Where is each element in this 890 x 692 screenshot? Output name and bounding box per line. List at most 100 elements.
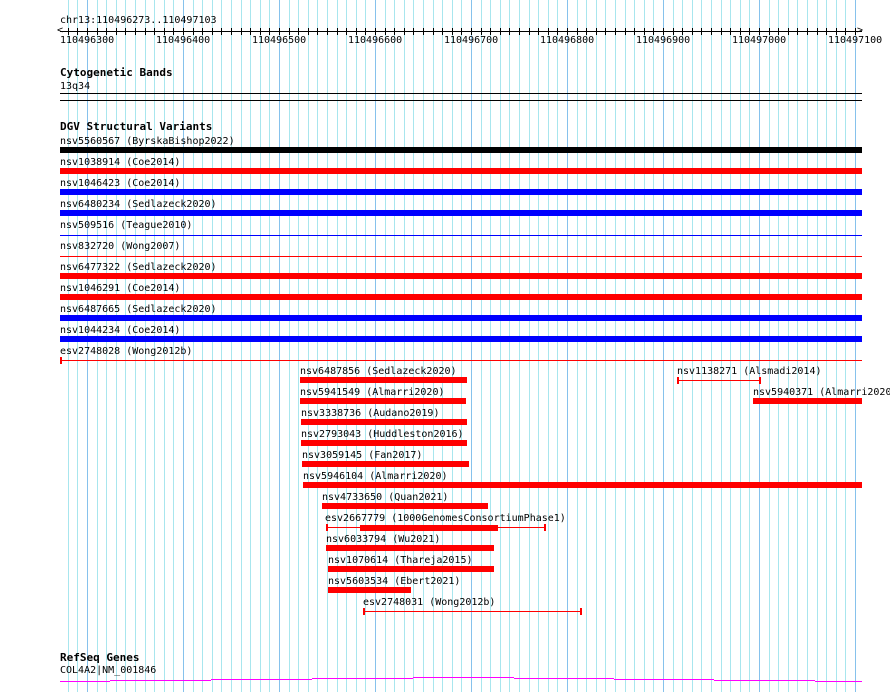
ruler-tick (490, 28, 491, 35)
gene-segment[interactable] (312, 678, 413, 679)
feature-label[interactable]: nsv1138271 (Alsmadi2014) (677, 366, 822, 377)
variant-bar[interactable] (60, 168, 862, 174)
variant-line[interactable] (363, 611, 581, 612)
grid-line-minor (250, 0, 251, 692)
variant-line[interactable] (677, 380, 760, 381)
grid-line-minor (721, 0, 722, 692)
cytoband-label: 13q34 (60, 81, 91, 92)
grid-line-minor (596, 0, 597, 692)
gene-label[interactable]: COL4A2|NM_001846 (60, 665, 156, 676)
variant-line[interactable] (60, 360, 862, 361)
grid-line-minor (692, 0, 693, 692)
feature-label[interactable]: nsv6477322 (Sedlazeck2020) (60, 262, 217, 273)
feature-label[interactable]: nsv1046423 (Coe2014) (60, 178, 180, 189)
feature-label[interactable]: nsv5940371 (Almarri2020) (753, 387, 890, 398)
variant-bar[interactable] (60, 189, 862, 195)
variant-inner-bar[interactable] (360, 525, 498, 531)
variant-bar[interactable] (301, 440, 467, 446)
variant-bar[interactable] (301, 419, 467, 425)
ruler-tick (356, 28, 357, 35)
feature-label[interactable]: nsv1070614 (Thareja2015) (328, 555, 473, 566)
ruler-tick (749, 28, 750, 35)
variant-bar[interactable] (60, 273, 862, 279)
feature-label[interactable]: nsv1046291 (Coe2014) (60, 283, 180, 294)
grid-line-minor (730, 0, 731, 692)
variant-bar[interactable] (328, 566, 494, 572)
variant-bar[interactable] (60, 294, 862, 300)
variant-bar[interactable] (322, 503, 488, 509)
ruler-tick (548, 28, 549, 35)
ruler-tick (673, 28, 674, 35)
variant-bar[interactable] (753, 398, 862, 404)
variant-bar[interactable] (60, 210, 862, 216)
feature-label[interactable]: nsv6487856 (Sedlazeck2020) (300, 366, 457, 377)
variant-bar[interactable] (60, 147, 862, 153)
feature-label[interactable]: nsv6480234 (Sedlazeck2020) (60, 199, 217, 210)
grid-line-minor (557, 0, 558, 692)
feature-label[interactable]: nsv1038914 (Coe2014) (60, 157, 180, 168)
gene-segment[interactable] (815, 681, 862, 682)
track-title-cytogenetic-bands[interactable]: Cytogenetic Bands (60, 67, 173, 79)
feature-label[interactable]: nsv5560567 (ByrskaBishop2022) (60, 136, 235, 147)
ruler-tick (644, 28, 645, 35)
gene-segment[interactable] (413, 677, 514, 678)
gene-segment[interactable] (514, 678, 614, 679)
gene-segment[interactable] (60, 681, 110, 682)
ruler-tick (769, 28, 770, 35)
grid-line-minor (529, 0, 530, 692)
grid-line-minor (701, 0, 702, 692)
ruler-tick (797, 28, 798, 35)
grid-line-minor (682, 0, 683, 692)
track-title-refseq-genes[interactable]: RefSeq Genes (60, 652, 139, 664)
feature-label[interactable]: nsv5941549 (Almarri2020) (300, 387, 445, 398)
variant-line[interactable] (60, 256, 862, 257)
feature-label[interactable]: esv2748028 (Wong2012b) (60, 346, 192, 357)
ruler-tick (845, 28, 846, 35)
grid-line-minor (461, 0, 462, 692)
feature-label[interactable]: nsv5603534 (Ebert2021) (328, 576, 460, 587)
feature-label[interactable]: nsv6487665 (Sedlazeck2020) (60, 304, 217, 315)
feature-label[interactable]: nsv1044234 (Coe2014) (60, 325, 180, 336)
grid-line-minor (212, 0, 213, 692)
feature-label[interactable]: nsv3059145 (Fan2017) (302, 450, 422, 461)
gene-segment[interactable] (714, 680, 815, 681)
variant-bar[interactable] (60, 336, 862, 342)
feature-label[interactable]: nsv509516 (Teague2010) (60, 220, 192, 231)
variant-bar[interactable] (60, 315, 862, 321)
ruler-tick (529, 28, 530, 35)
feature-label[interactable]: nsv2793043 (Huddleston2016) (301, 429, 464, 440)
grid-line-minor (193, 0, 194, 692)
ruler-tick (193, 28, 194, 35)
feature-label[interactable]: nsv3338736 (Audano2019) (301, 408, 439, 419)
ruler-tick (164, 28, 165, 35)
grid-line-minor (826, 0, 827, 692)
feature-label[interactable]: esv2748031 (Wong2012b) (363, 597, 495, 608)
feature-label[interactable]: esv2667779 (1000GenomesConsortiumPhase1) (325, 513, 566, 524)
variant-bar[interactable] (326, 545, 494, 551)
gene-segment[interactable] (110, 680, 211, 681)
feature-label[interactable]: nsv832720 (Wong2007) (60, 241, 180, 252)
ruler-tick (452, 28, 453, 35)
gene-segment[interactable] (614, 679, 714, 680)
ruler-tick (404, 28, 405, 35)
grid-line-minor (673, 0, 674, 692)
variant-bar[interactable] (302, 461, 469, 467)
ruler-tick (740, 28, 741, 35)
ruler-tick-label: 110496700 (444, 35, 499, 46)
track-title-dgv[interactable]: DGV Structural Variants (60, 121, 212, 133)
ruler-tick (721, 28, 722, 35)
variant-bar[interactable] (328, 587, 411, 593)
ruler-tick (365, 28, 366, 35)
feature-label[interactable]: nsv5946104 (Almarri2020) (303, 471, 448, 482)
ruler-tick (615, 28, 616, 35)
variant-bar[interactable] (300, 377, 467, 383)
feature-label[interactable]: nsv4733650 (Quan2021) (322, 492, 448, 503)
ruler-tick (231, 28, 232, 35)
variant-bar[interactable] (303, 482, 862, 488)
variant-bar[interactable] (300, 398, 466, 404)
grid-line-minor (817, 0, 818, 692)
feature-label[interactable]: nsv6033794 (Wu2021) (326, 534, 440, 545)
ruler-tick-label: 110496600 (348, 35, 403, 46)
gene-segment[interactable] (211, 679, 312, 680)
variant-line[interactable] (60, 235, 862, 236)
